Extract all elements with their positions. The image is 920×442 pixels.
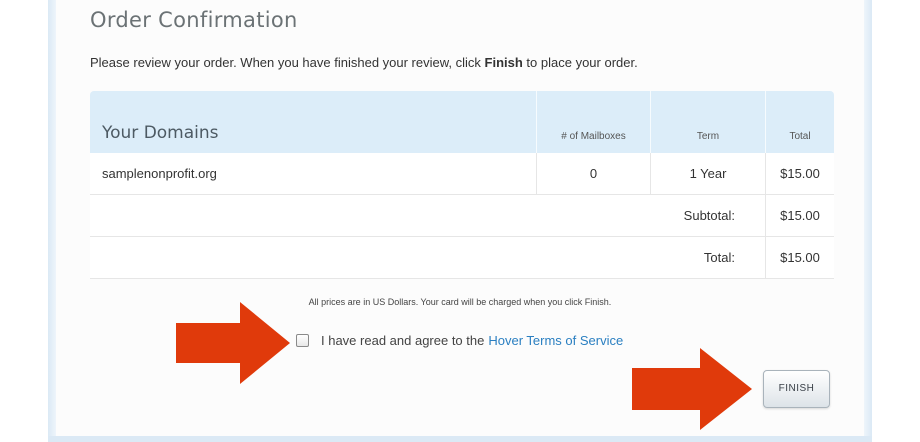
instructions-before: Please review your order. When you have … bbox=[90, 55, 485, 70]
total-row: Total: $15.00 bbox=[90, 237, 834, 279]
header-term: Term bbox=[650, 91, 765, 153]
total-label: Total: bbox=[703, 250, 735, 265]
table-header: Your Domains # of Mailboxes Term Total bbox=[90, 91, 834, 153]
header-mailboxes-label: # of Mailboxes bbox=[561, 131, 626, 142]
subtotal-value: $15.00 bbox=[765, 195, 834, 236]
header-domains: Your Domains bbox=[90, 91, 536, 153]
domain-cell: samplenonprofit.org bbox=[102, 166, 217, 181]
instructions-finish-word: Finish bbox=[484, 55, 523, 70]
subtotal-row: Subtotal: $15.00 bbox=[90, 195, 834, 237]
table-row: samplenonprofit.org 0 1 Year $15.00 bbox=[90, 153, 834, 195]
terms-label: I have read and agree to the bbox=[321, 333, 485, 348]
total-cell: $15.00 bbox=[765, 153, 834, 194]
subtotal-label: Subtotal: bbox=[683, 208, 735, 223]
page-title: Order Confirmation bbox=[90, 8, 298, 32]
order-confirmation-page: Order Confirmation Please review your or… bbox=[0, 0, 920, 442]
terms-of-service-link[interactable]: Hover Terms of Service bbox=[488, 333, 623, 348]
header-domains-label: Your Domains bbox=[102, 123, 219, 143]
frame-border-right bbox=[864, 0, 872, 442]
frame-border-bottom bbox=[48, 436, 872, 442]
header-total-label: Total bbox=[789, 131, 811, 142]
finish-button[interactable]: FINISH bbox=[763, 370, 830, 408]
header-mailboxes: # of Mailboxes bbox=[536, 91, 650, 153]
order-table: Your Domains # of Mailboxes Term Total s… bbox=[90, 91, 834, 279]
arrow-right-icon bbox=[176, 302, 290, 384]
terms-agreement: I have read and agree to the Hover Terms… bbox=[296, 333, 623, 348]
frame-border-left bbox=[48, 0, 56, 442]
header-term-label: Term bbox=[696, 131, 720, 142]
header-total: Total bbox=[765, 91, 834, 153]
term-cell: 1 Year bbox=[650, 153, 765, 194]
currency-note: All prices are in US Dollars. Your card … bbox=[308, 297, 612, 307]
instructions-after: to place your order. bbox=[522, 55, 638, 70]
mailboxes-cell: 0 bbox=[536, 153, 650, 194]
arrow-right-icon bbox=[632, 348, 752, 430]
total-value: $15.00 bbox=[765, 237, 834, 278]
instructions-text: Please review your order. When you have … bbox=[90, 55, 638, 70]
terms-checkbox[interactable] bbox=[296, 334, 309, 347]
